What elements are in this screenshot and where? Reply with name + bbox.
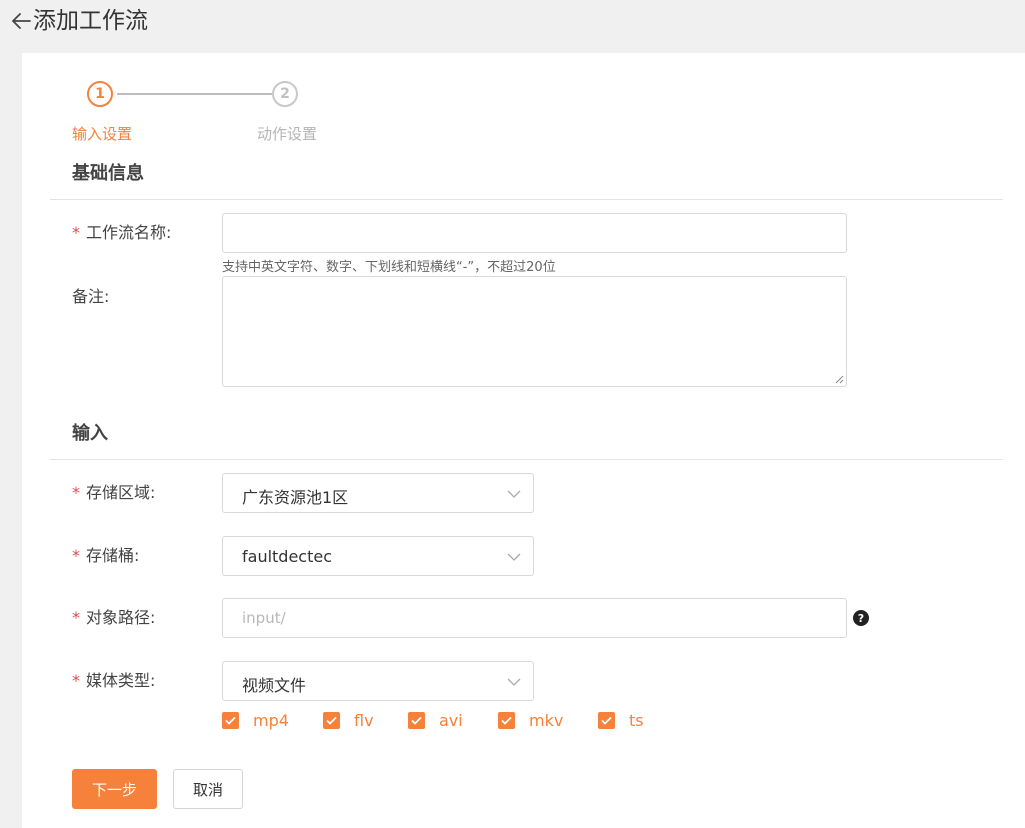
checkbox-checked-icon [498,712,515,729]
chevron-down-icon [507,553,521,561]
bucket-select[interactable]: faultdectec [222,536,534,576]
help-icon[interactable]: ? [853,610,869,626]
checkbox-label: mp4 [253,711,289,730]
media-type-select[interactable]: 视频文件 [222,661,534,701]
checkbox-label: mkv [529,711,564,730]
section-title-basic-info: 基础信息 [72,163,144,184]
page-title: 添加工作流 [33,8,148,34]
step-2-label: 动作设置 [257,125,318,143]
object-path-input[interactable] [222,598,847,638]
bucket-select-value: faultdectec [242,547,333,566]
region-label-text: 存储区域: [86,483,156,502]
step-connector [117,93,272,95]
media-type-label: * 媒体类型: [72,671,155,691]
section-divider [50,459,1003,460]
checkbox-flv[interactable]: flv [323,711,374,730]
checkbox-mkv[interactable]: mkv [498,711,563,730]
workflow-name-label-text: 工作流名称: [86,223,172,242]
remark-label: 备注: [72,287,110,306]
checkbox-mp4[interactable]: mp4 [222,711,289,730]
remark-textarea[interactable] [222,276,847,387]
step-1-label: 输入设置 [72,125,133,143]
workflow-name-input[interactable] [222,213,847,253]
checkbox-ts[interactable]: ts [598,711,644,730]
checkbox-checked-icon [598,712,615,729]
checkbox-avi[interactable]: avi [408,711,463,730]
chevron-down-icon [507,678,521,686]
workflow-name-label: * 工作流名称: [72,223,171,243]
required-mark: * [72,483,80,502]
object-path-label-text: 对象路径: [86,608,156,627]
step-1-circle: 1 [87,81,113,107]
required-mark: * [72,546,80,565]
bucket-label-text: 存储桶: [86,546,140,565]
checkbox-label: flv [354,711,374,730]
arrow-left-icon[interactable] [10,10,32,32]
resize-grip-icon[interactable] [834,374,844,384]
page-header: 添加工作流 [0,0,1025,52]
required-mark: * [72,608,80,627]
next-step-button[interactable]: 下一步 [72,769,157,809]
checkbox-checked-icon [222,712,239,729]
object-path-label: * 对象路径: [72,608,155,628]
step-2-circle: 2 [272,81,298,107]
section-title-input: 输入 [72,423,108,444]
workflow-name-hint: 支持中英文字符、数字、下划线和短横线“-”，不超过20位 [222,260,556,275]
media-type-label-text: 媒体类型: [86,671,156,690]
region-select[interactable]: 广东资源池1区 [222,473,534,513]
media-type-select-value: 视频文件 [242,676,307,695]
checkbox-checked-icon [408,712,425,729]
chevron-down-icon [507,490,521,498]
checkbox-label: ts [629,711,644,730]
checkbox-checked-icon [323,712,340,729]
section-divider [50,199,1003,200]
required-mark: * [72,223,80,242]
cancel-button[interactable]: 取消 [173,769,243,809]
checkbox-label: avi [439,711,463,730]
required-mark: * [72,671,80,690]
region-select-value: 广东资源池1区 [242,488,349,507]
region-label: * 存储区域: [72,483,155,503]
bucket-label: * 存储桶: [72,546,139,566]
